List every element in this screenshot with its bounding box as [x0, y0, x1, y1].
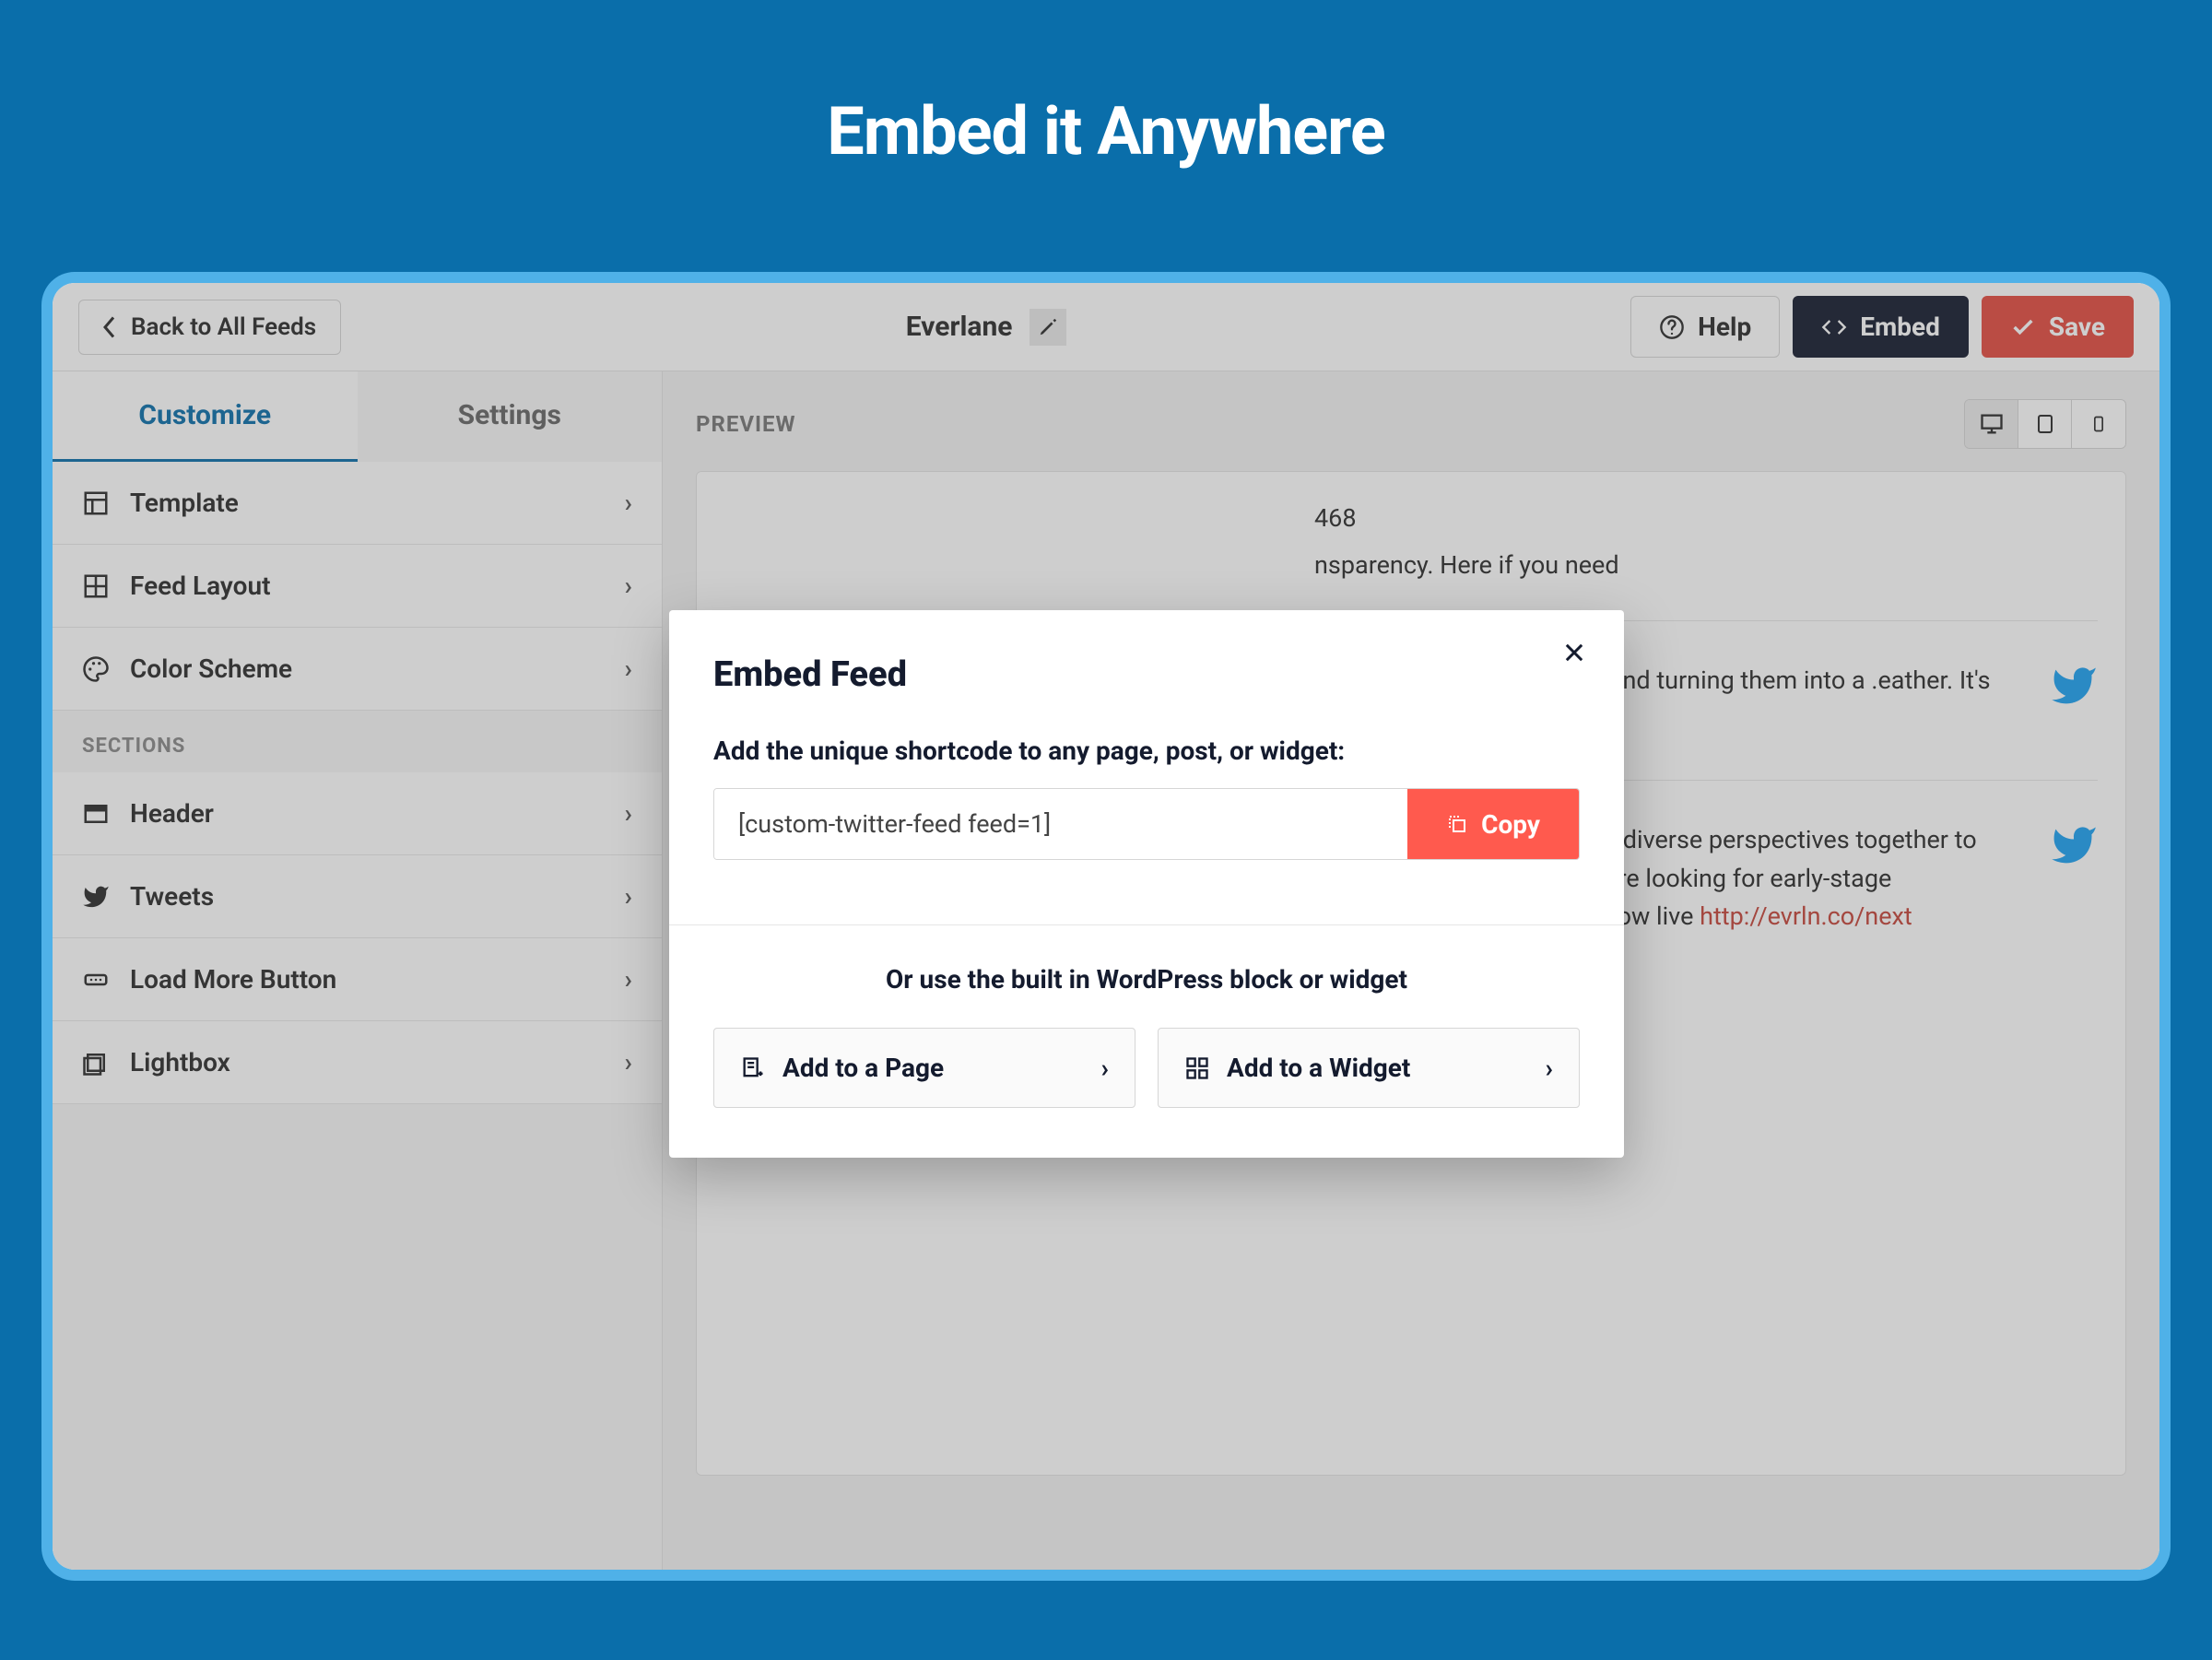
sidebar-item-feed-layout[interactable]: Feed Layout › [53, 545, 662, 628]
profile-bio: 468 nsparency. Here if you need [1314, 500, 1619, 583]
feed-title-wrap: Everlane [906, 309, 1066, 346]
sidebar-item-label: Color Scheme [130, 653, 292, 684]
twitter-brand-icon [2050, 821, 2098, 869]
sidebar-item-color-scheme[interactable]: Color Scheme › [53, 628, 662, 711]
help-icon [1659, 314, 1685, 340]
close-icon [1561, 640, 1587, 665]
sidebar-item-label: Header [130, 798, 214, 829]
hero-title: Embed it Anywhere [827, 92, 1385, 171]
header-icon [82, 800, 110, 828]
shortcode-input[interactable]: [custom-twitter-feed feed=1] [714, 789, 1407, 859]
page-plus-icon [740, 1055, 766, 1081]
embed-label: Embed [1860, 312, 1940, 342]
lightbox-icon [82, 1049, 110, 1077]
sidebar-item-label: Load More Button [130, 964, 336, 995]
top-actions: Help Embed Save [1630, 296, 2134, 358]
embed-button[interactable]: Embed [1793, 296, 1969, 358]
add-to-page-label: Add to a Page [782, 1053, 944, 1083]
palette-icon [82, 655, 110, 683]
save-button[interactable]: Save [1982, 296, 2134, 358]
layout-icon [82, 572, 110, 600]
twitter-icon [82, 883, 110, 911]
modal-close-button[interactable] [1561, 640, 1587, 665]
back-label: Back to All Feeds [131, 313, 316, 341]
chevron-right-icon: › [625, 571, 632, 601]
device-tablet-button[interactable] [2018, 400, 2072, 448]
preview-header-row: PREVIEW [696, 399, 2126, 449]
mobile-icon [2089, 411, 2108, 437]
feed-title: Everlane [906, 311, 1013, 343]
topbar: Back to All Feeds Everlane Help Embe [53, 283, 2159, 371]
check-icon [2010, 314, 2036, 340]
sidebar-item-tweets[interactable]: Tweets › [53, 855, 662, 938]
code-icon [1821, 314, 1847, 340]
copy-label: Copy [1481, 809, 1540, 840]
profile-bio-text: nsparency. Here if you need [1314, 547, 1619, 584]
edit-title-button[interactable] [1030, 309, 1066, 346]
device-mobile-button[interactable] [2072, 400, 2125, 448]
modal-divider [669, 924, 1624, 925]
template-icon [82, 489, 110, 517]
save-label: Save [2049, 312, 2105, 342]
widget-icon [1184, 1055, 1210, 1081]
copy-button[interactable]: Copy [1407, 789, 1579, 859]
chevron-right-icon: › [625, 964, 632, 995]
shortcode-row: [custom-twitter-feed feed=1] Copy [713, 788, 1580, 860]
chevron-right-icon: › [625, 1047, 632, 1077]
preview-label: PREVIEW [696, 411, 796, 437]
add-to-widget-label: Add to a Widget [1227, 1053, 1410, 1083]
sidebar-item-label: Lightbox [130, 1047, 230, 1077]
sidebar-tabs: Customize Settings [53, 371, 662, 462]
tablet-icon [2034, 411, 2056, 437]
pencil-icon [1038, 317, 1058, 337]
app-window: Back to All Feeds Everlane Help Embe [53, 283, 2159, 1570]
profile-row: 468 nsparency. Here if you need [724, 500, 2098, 583]
chevron-right-icon: › [1101, 1053, 1109, 1083]
chevron-right-icon: › [625, 653, 632, 684]
modal-actions: Add to a Page › Add to a Widget › [713, 1028, 1580, 1108]
chevron-right-icon: › [625, 881, 632, 912]
modal-or-text: Or use the built in WordPress block or w… [713, 964, 1580, 995]
chevron-right-icon: › [1546, 1053, 1553, 1083]
sidebar-sections-header: SECTIONS [53, 711, 662, 772]
sidebar-item-load-more[interactable]: Load More Button › [53, 938, 662, 1021]
modal-subtitle: Add the unique shortcode to any page, po… [713, 736, 1580, 766]
sidebar-item-template[interactable]: Template › [53, 462, 662, 545]
sidebar-item-label: Tweets [130, 881, 214, 912]
tweet-link[interactable]: http://evrln.co/next [1700, 901, 1912, 931]
chevron-right-icon: › [625, 798, 632, 829]
button-icon [82, 966, 110, 994]
sidebar: Customize Settings Template › Feed Layou… [53, 371, 663, 1570]
modal-title: Embed Feed [713, 654, 1580, 695]
copy-icon [1446, 813, 1468, 835]
twitter-brand-icon [2050, 662, 2098, 710]
help-label: Help [1698, 312, 1751, 342]
tab-customize[interactable]: Customize [53, 371, 358, 462]
back-to-feeds-button[interactable]: Back to All Feeds [78, 300, 341, 355]
device-desktop-button[interactable] [1965, 400, 2018, 448]
chevron-left-icon [103, 316, 118, 338]
tab-settings[interactable]: Settings [358, 371, 663, 462]
sidebar-item-lightbox[interactable]: Lightbox › [53, 1021, 662, 1104]
profile-stats: 468 [1314, 500, 1619, 537]
add-to-widget-button[interactable]: Add to a Widget › [1158, 1028, 1580, 1108]
add-to-page-button[interactable]: Add to a Page › [713, 1028, 1135, 1108]
chevron-right-icon: › [625, 488, 632, 518]
sidebar-item-label: Template [130, 488, 239, 518]
sidebar-item-header[interactable]: Header › [53, 772, 662, 855]
sidebar-item-label: Feed Layout [130, 571, 271, 601]
embed-modal: Embed Feed Add the unique shortcode to a… [669, 610, 1624, 1158]
window-frame: Back to All Feeds Everlane Help Embe [41, 272, 2171, 1581]
desktop-icon [1979, 411, 2005, 437]
help-button[interactable]: Help [1630, 296, 1780, 358]
device-toggle [1964, 399, 2126, 449]
